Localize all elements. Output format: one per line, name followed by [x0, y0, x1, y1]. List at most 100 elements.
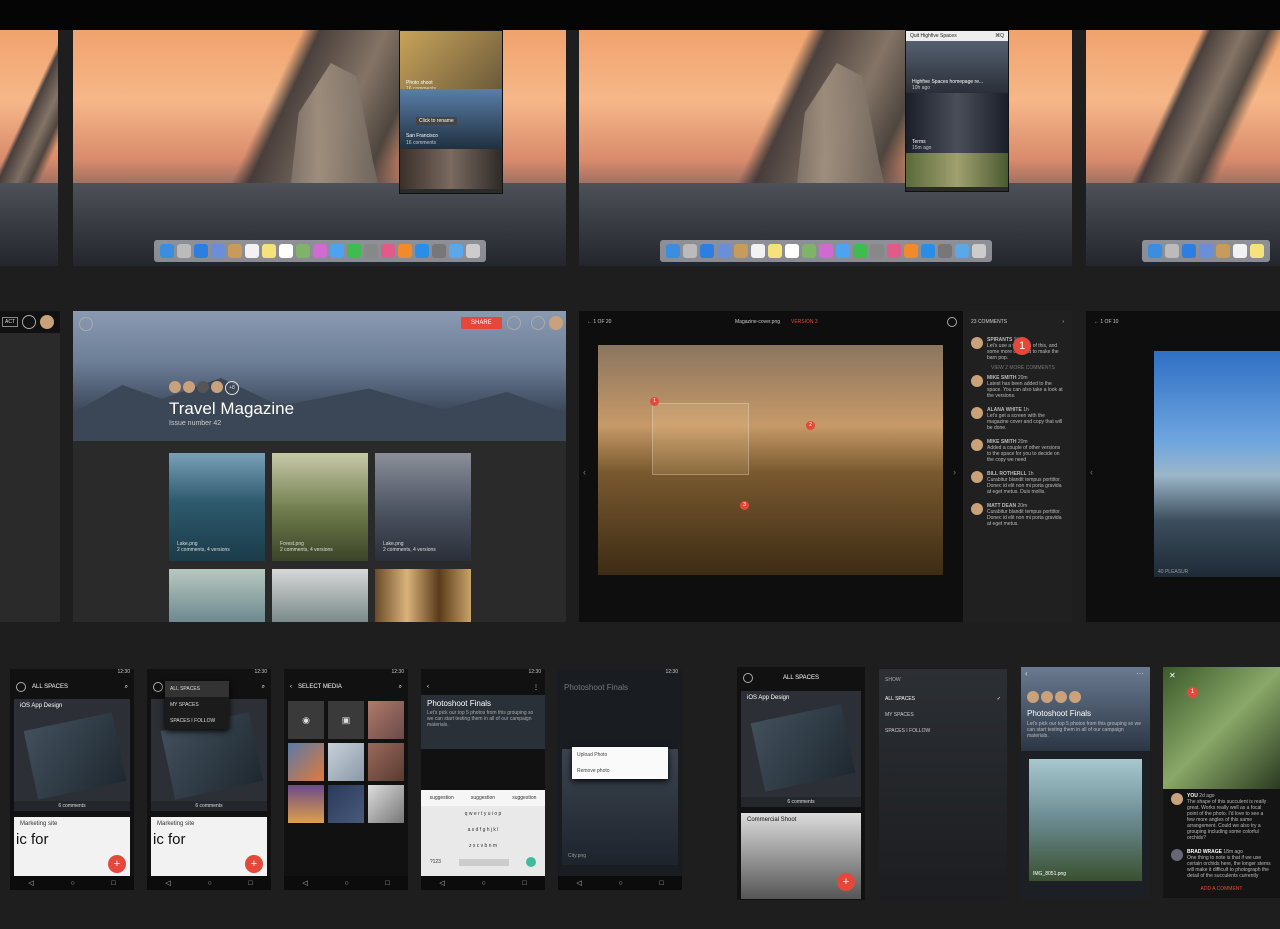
home-icon[interactable]: ○: [618, 880, 622, 887]
media-thumb[interactable]: [328, 743, 364, 781]
back-icon[interactable]: ◁: [165, 879, 170, 887]
keyboard-row[interactable]: q w e r t y u i o p: [421, 806, 545, 822]
calendar-icon[interactable]: [1233, 244, 1247, 258]
back-icon[interactable]: ◁: [302, 879, 307, 887]
space-item-band[interactable]: [400, 149, 502, 189]
suggestion[interactable]: suggestion: [430, 795, 454, 801]
suggestion[interactable]: suggestion: [512, 795, 536, 801]
photos-icon[interactable]: [312, 244, 327, 258]
act-button[interactable]: ACT: [2, 317, 18, 327]
enter-key[interactable]: [526, 857, 537, 867]
thumb-lake-2[interactable]: Lake.png 2 comments, 4 versions: [375, 453, 471, 561]
mail-icon[interactable]: [716, 244, 731, 258]
reminders-icon[interactable]: [278, 244, 293, 258]
collaborator-avatars[interactable]: +8: [169, 381, 239, 395]
finder-icon[interactable]: [1148, 244, 1162, 258]
notes-icon[interactable]: [767, 244, 782, 258]
back-icon[interactable]: ◁: [439, 879, 444, 887]
launchpad-icon[interactable]: [176, 244, 191, 258]
system-preferences-icon[interactable]: [937, 244, 952, 258]
calendar-icon[interactable]: [244, 244, 259, 258]
recents-icon[interactable]: □: [248, 880, 252, 887]
thumb-forest[interactable]: Forest.png 2 comments, 4 versions: [272, 453, 368, 561]
app-logo-icon[interactable]: [153, 682, 163, 692]
avatar[interactable]: [549, 316, 563, 330]
thumb-lake[interactable]: Lake.png 2 comments, 4 versions: [169, 453, 265, 561]
preview-icon[interactable]: [869, 244, 884, 258]
filter-option-all-spaces[interactable]: ALL SPACES ✓: [879, 691, 1007, 707]
space-card[interactable]: iOS App Design 6 comments: [14, 699, 130, 811]
ibooks-icon[interactable]: [903, 244, 918, 258]
home-icon[interactable]: ○: [344, 880, 348, 887]
annotation-region[interactable]: [652, 403, 749, 475]
annotation-marker[interactable]: 3: [740, 501, 749, 510]
ibooks-icon[interactable]: [397, 244, 412, 258]
app-logo-icon[interactable]: [79, 317, 93, 331]
annotation-marker[interactable]: 2: [806, 421, 815, 430]
thumb-pine[interactable]: [272, 569, 368, 622]
media-thumb[interactable]: [288, 785, 324, 823]
overflow-menu-icon[interactable]: ⋮: [533, 684, 539, 691]
space-card[interactable]: Commercial Shoot +: [741, 813, 861, 899]
photos-icon[interactable]: [818, 244, 833, 258]
calendar-icon[interactable]: [750, 244, 765, 258]
notes-icon[interactable]: [1250, 244, 1264, 258]
back-arrow-icon[interactable]: ‹: [1025, 669, 1028, 678]
suggestion[interactable]: suggestion: [471, 795, 495, 801]
menu-item-my-spaces[interactable]: MY SPACES: [165, 697, 229, 713]
contacts-icon[interactable]: [227, 244, 242, 258]
back-icon[interactable]: ◁: [28, 879, 33, 887]
search-icon[interactable]: ⌕: [399, 684, 402, 691]
spaces-dropdown[interactable]: ALL SPACES: [32, 684, 68, 690]
add-button[interactable]: +: [245, 855, 263, 873]
media-thumb[interactable]: [328, 785, 364, 823]
preview-icon[interactable]: [363, 244, 378, 258]
contacts-icon[interactable]: [733, 244, 748, 258]
media-thumb[interactable]: [288, 743, 324, 781]
media-thumb[interactable]: [368, 743, 404, 781]
itunes-icon[interactable]: [380, 244, 395, 258]
keyboard-row[interactable]: a s d f g h j k l: [421, 822, 545, 838]
annotation-marker[interactable]: 1: [650, 397, 659, 406]
add-button[interactable]: +: [837, 873, 855, 891]
upload-photo-item[interactable]: Upload Photo: [572, 747, 668, 763]
back-arrow-icon[interactable]: ‹: [427, 684, 429, 690]
search-icon[interactable]: [22, 315, 36, 329]
remove-photo-item[interactable]: Remove photo: [572, 763, 668, 779]
close-icon[interactable]: ✕: [1169, 671, 1176, 680]
symbols-key[interactable]: ?123: [430, 859, 441, 865]
more-options-icon[interactable]: [507, 316, 521, 330]
recents-icon[interactable]: □: [522, 880, 526, 887]
avatar[interactable]: [40, 315, 54, 329]
safari-icon[interactable]: [193, 244, 208, 258]
recents-icon[interactable]: □: [385, 880, 389, 887]
trash-icon[interactable]: [465, 244, 480, 258]
more-options-icon[interactable]: ···: [1136, 669, 1144, 678]
facetime-icon[interactable]: [346, 244, 361, 258]
messages-icon[interactable]: [329, 244, 344, 258]
spaces-dropdown[interactable]: ALL SPACES: [783, 675, 819, 681]
home-icon[interactable]: ○: [70, 880, 74, 887]
menu-item-spaces-i-follow[interactable]: SPACES I FOLLOW: [165, 713, 229, 729]
add-comment-button[interactable]: ADD A COMMENT: [1163, 886, 1280, 892]
menu-item-all-spaces[interactable]: ALL SPACES: [165, 681, 229, 697]
app-store-icon[interactable]: [414, 244, 429, 258]
camera-icon[interactable]: ◉: [288, 701, 324, 739]
search-icon[interactable]: [531, 316, 545, 330]
app-logo-icon[interactable]: [16, 682, 26, 692]
next-arrow-icon[interactable]: ›: [953, 467, 956, 477]
space-title-input[interactable]: Photoshoot Finals: [427, 699, 539, 708]
contacts-icon[interactable]: [1216, 244, 1230, 258]
thumb-beach[interactable]: [169, 569, 265, 622]
more-options-icon[interactable]: [947, 317, 957, 327]
close-comments-icon[interactable]: ›: [1062, 319, 1064, 325]
space-card[interactable]: iOS App Design 6 comments: [741, 691, 861, 807]
thumb-woods[interactable]: [375, 569, 471, 622]
search-icon[interactable]: ⌕: [262, 684, 265, 691]
prev-arrow-icon[interactable]: ‹: [583, 467, 586, 477]
space-key[interactable]: [458, 858, 509, 866]
photo-preview[interactable]: ✕ 1: [1163, 667, 1280, 789]
mail-icon[interactable]: [1199, 244, 1213, 258]
reminders-icon[interactable]: [784, 244, 799, 258]
mail-icon[interactable]: [210, 244, 225, 258]
